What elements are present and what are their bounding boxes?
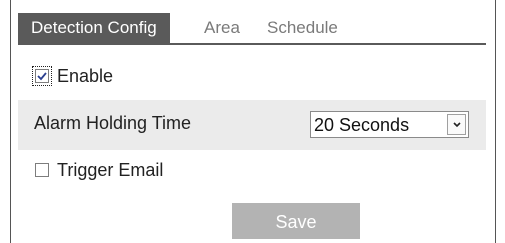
alarm-holding-time-select[interactable]: 20 Seconds <box>310 111 469 138</box>
save-button[interactable]: Save <box>232 203 360 239</box>
trigger-email-checkbox[interactable] <box>35 163 49 177</box>
tab-detection-config[interactable]: Detection Config <box>18 13 170 43</box>
alarm-holding-time-label: Alarm Holding Time <box>34 113 192 133</box>
chevron-down-icon[interactable] <box>447 114 466 135</box>
tab-bar: Detection Config Area Schedule <box>18 13 486 45</box>
alarm-holding-time-value: 20 Seconds <box>314 115 410 135</box>
trigger-email-row: Trigger Email <box>35 158 163 182</box>
enable-checkbox[interactable] <box>32 66 52 86</box>
tab-area[interactable]: Area <box>204 13 240 43</box>
enable-row: Enable <box>32 64 114 88</box>
checkmark-icon <box>37 72 47 81</box>
alarm-holding-time-row: Alarm Holding Time 20 Seconds <box>18 100 486 150</box>
enable-label: Enable <box>57 65 114 86</box>
trigger-email-label: Trigger Email <box>57 159 164 180</box>
tab-schedule[interactable]: Schedule <box>267 13 338 43</box>
